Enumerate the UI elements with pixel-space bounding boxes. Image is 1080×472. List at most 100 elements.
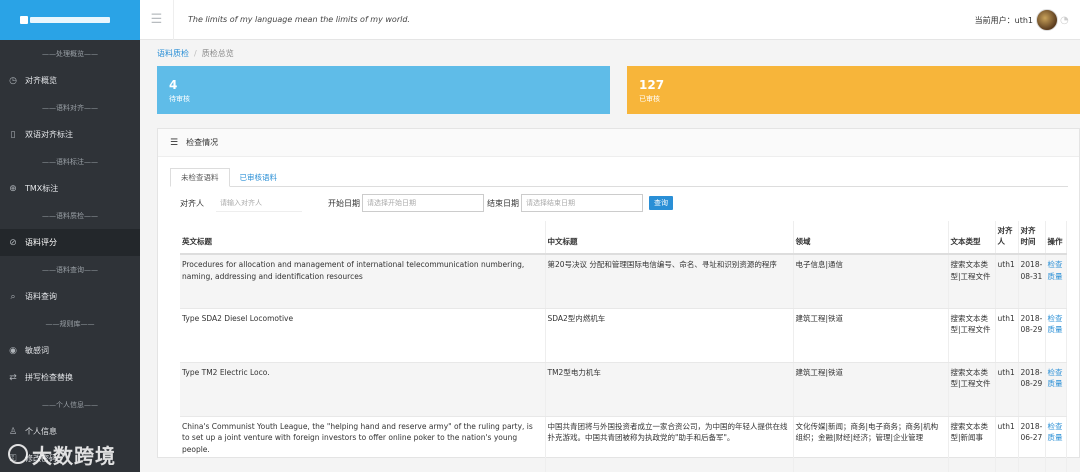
cell-field: 建筑工程|铁道 [793,362,949,417]
watermark: 大数跨境 [8,440,148,468]
header-motto: The limits of my language mean the limit… [188,15,410,24]
stat-pending[interactable]: 4 待审核 [157,66,610,114]
cell-text-type: 搜索文本类型|工程文件 [948,254,996,309]
dashboard-icon: ◷ [9,75,17,86]
stat-reviewed-label: 已审核 [639,95,660,103]
cell-aligner: uth1 [995,416,1019,472]
breadcrumb: 语料质检 / 质检总览 [157,40,1080,66]
cell-date: 2018-08-31 [1018,254,1046,309]
plus-circle-icon: ⊕ [9,183,17,194]
cell-zh-title: TM2型电力机车 [545,362,794,417]
nav-group-align: —— 语料对齐 —— [42,103,98,112]
col-field[interactable]: 领域 [793,221,949,255]
cell-date: 2018-06-27 [1018,416,1046,472]
avatar[interactable] [1036,9,1058,31]
check-quality-link[interactable]: 检查质量 [1045,254,1067,309]
col-aligner[interactable]: 对齐人 [995,221,1019,255]
panel-header: ☰ 检查情况 [158,129,1079,157]
end-date-label: 结束日期 [487,198,519,208]
start-date-input[interactable] [362,194,484,212]
current-username: uth1 [1014,15,1033,25]
table-row: Procedures for allocation and management… [180,254,1067,309]
table-row: Type TM2 Electric Loco. TM2型电力机车 建筑工程|铁道… [180,362,1067,417]
list-icon: ☰ [170,137,179,148]
sidebar: —— 处理概览 —— ◷ 对齐概览 —— 语料对齐 —— ▯ 双语对齐标注 ——… [0,0,140,472]
watermark-logo-icon [8,444,28,464]
tab-unchecked[interactable]: 未检查语料 [170,168,230,187]
swap-icon: ⇄ [9,372,17,383]
cell-date: 2018-08-29 [1018,362,1046,417]
sidebar-item-spellcheck[interactable]: ⇄ 拼写检查替换 [0,364,140,391]
nav-group-annotate: —— 语料标注 —— [42,157,98,166]
pin-icon: ◉ [9,345,17,356]
cell-en-title: China's Communist Youth League, the "hel… [180,416,546,472]
cell-aligner: uth1 [995,362,1019,417]
col-en-title[interactable]: 英文标题 [180,221,546,255]
corpus-table: 英文标题 中文标题 领域 文本类型 对齐人 对齐时间 操作 Procedures… [180,221,1067,472]
cell-en-title: Type TM2 Electric Loco. [180,362,546,417]
filter-bar: 对齐人 开始日期 结束日期 查询 [180,194,1079,212]
cell-text-type: 搜索文本类型|工程文件 [948,362,996,417]
cell-en-title: Procedures for allocation and management… [180,254,546,309]
cell-zh-title: 中国共青团将与外国投资者成立一家合资公司，为中国的年轻人提供在线扑克游戏。中国共… [545,416,794,472]
stat-reviewed[interactable]: 127 已审核 [627,66,1080,114]
sidebar-item-tmx[interactable]: ⊕ TMX标注 [0,175,140,202]
check-quality-link[interactable]: 检查质量 [1045,362,1067,417]
col-action: 操作 [1045,221,1067,255]
table-row: China's Communist Youth League, the "hel… [180,416,1067,472]
stat-reviewed-value: 127 [639,78,665,92]
nav-group-rules: —— 规则库 —— [45,319,95,328]
brand-logo[interactable] [0,0,140,40]
menu-toggle-icon[interactable]: ☰ [140,0,174,40]
query-button[interactable]: 查询 [649,196,673,210]
check-circle-icon: ⊘ [9,237,17,248]
breadcrumb-current: 质检总览 [201,48,234,58]
start-date-label: 开始日期 [328,198,360,208]
cell-text-type: 搜索文本类型|工程文件 [948,308,996,363]
tabs: 未检查语料 已审核语料 [170,168,1068,187]
cell-zh-title: SDA2型内燃机车 [545,308,794,363]
cell-en-title: Type SDA2 Diesel Locomotive [180,308,546,363]
main-content: 语料质检 / 质检总览 4 待审核 127 已审核 ☰ 检查情况 未检查语料 已… [140,40,1080,472]
check-quality-link[interactable]: 检查质量 [1045,416,1067,472]
sidebar-item-scoring[interactable]: ⊘ 语料评分 [0,229,140,256]
stats-row: 4 待审核 127 已审核 [157,66,1080,114]
top-header: ☰ The limits of my language mean the lim… [140,0,1080,40]
cell-field: 建筑工程|铁道 [793,308,949,363]
aligner-label: 对齐人 [180,198,204,208]
check-quality-link[interactable]: 检查质量 [1045,308,1067,363]
sidebar-item-align-overview[interactable]: ◷ 对齐概览 [0,67,140,94]
sidebar-item-bilingual-align[interactable]: ▯ 双语对齐标注 [0,121,140,148]
nav-group-profile: —— 个人信息 —— [42,400,98,409]
document-icon: ▯ [10,129,16,140]
inspection-panel: ☰ 检查情况 未检查语料 已审核语料 对齐人 开始日期 结束日期 查询 英文标题 [157,128,1080,472]
table-header-row: 英文标题 中文标题 领域 文本类型 对齐人 对齐时间 操作 [180,221,1067,255]
search-icon: ⌕ [10,291,16,302]
cell-aligner: uth1 [995,308,1019,363]
panel-title: 检查情况 [186,138,219,147]
col-align-time[interactable]: 对齐时间 [1018,221,1046,255]
settings-icon[interactable]: ◔ [1060,9,1070,31]
sidebar-item-sensitive-words[interactable]: ◉ 敏感词 [0,337,140,364]
nav-group-overview: —— 处理概览 —— [42,49,98,58]
user-icon: ♙ [8,426,18,437]
cell-field: 电子信息|通信 [793,254,949,309]
col-text-type[interactable]: 文本类型 [948,221,996,255]
stat-pending-label: 待审核 [169,95,190,103]
table-row: Type SDA2 Diesel Locomotive SDA2型内燃机车 建筑… [180,308,1067,363]
tab-reviewed[interactable]: 已审核语料 [230,168,288,187]
cell-date: 2018-08-29 [1018,308,1046,363]
nav-group-qa: —— 语料质检 —— [42,211,98,220]
breadcrumb-parent[interactable]: 语料质检 [157,48,189,59]
stat-pending-value: 4 [169,78,178,92]
user-menu[interactable]: 当前用户： uth1 ◔ [975,9,1070,31]
cell-text-type: 搜索文本类型|新闻事 [948,416,996,472]
current-user-label: 当前用户： [974,15,1015,25]
aligner-input[interactable] [216,194,302,212]
nav-group-query: —— 语料查询 —— [42,265,98,274]
sidebar-item-query[interactable]: ⌕ 语料查询 [0,283,140,310]
cell-field: 文化传媒|新闻；商务|电子商务；商务|机构组织；金融|财经|经济；管理|企业管理 [793,416,949,472]
cell-zh-title: 第20号决议 分配和管理国际电信编号、命名、寻址和识别资源的程序 [545,254,794,309]
col-zh-title[interactable]: 中文标题 [545,221,794,255]
end-date-input[interactable] [521,194,643,212]
